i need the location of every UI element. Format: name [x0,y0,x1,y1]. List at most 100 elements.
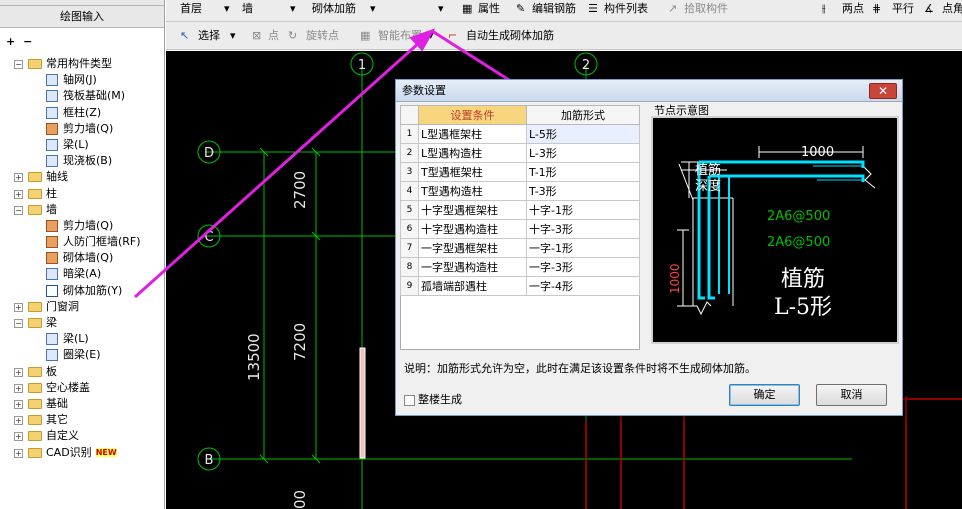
name-dropdown-icon[interactable]: ▾ [438,0,444,22]
select-button[interactable]: 选择 [198,27,220,47]
two-point-button[interactable]: 两点 [842,0,864,22]
smart-layout-button[interactable]: 智能布置 [378,27,422,47]
expand-all-icon[interactable]: + [6,35,15,48]
condition-cell[interactable]: T型遇构造柱 [418,181,527,201]
tree-node[interactable]: + 柱 [0,186,165,202]
tree-node[interactable]: 砌体墙(Q) [0,250,165,266]
wall-icon [46,219,58,232]
tree-node[interactable]: − 梁 [0,315,165,331]
expand-icon[interactable]: + [14,173,23,183]
tree-node[interactable]: + 空心楼盖 [0,380,165,396]
expand-icon[interactable]: + [14,367,23,377]
condition-cell[interactable]: 十字型遇框架柱 [418,200,527,220]
expand-icon[interactable]: + [14,189,23,199]
tree-node[interactable]: 圈梁(E) [0,347,165,363]
form-cell[interactable]: T-3形 [526,181,640,201]
checkbox-box-icon[interactable] [404,394,415,406]
tree-node[interactable]: 剪力墙(Q) [0,218,165,234]
expand-icon[interactable]: + [14,383,23,393]
tree-node[interactable]: 轴网(J) [0,72,165,88]
collapse-icon[interactable]: − [14,60,23,69]
select-dropdown-icon[interactable]: ▾ [230,27,236,47]
parallel-button[interactable]: 平行 [892,0,914,22]
point-button[interactable]: 点 [268,27,279,47]
whole-building-checkbox[interactable]: 整楼生成 [404,391,462,407]
floor-dropdown-icon[interactable]: ▾ [224,0,230,22]
form-cell[interactable]: T-1形 [526,162,640,182]
table-row[interactable]: 2 L型遇构造柱 L-3形 [400,143,640,163]
point-angle-button[interactable]: 点角 [942,0,962,22]
tree-node[interactable]: 框柱(Z) [0,105,165,121]
smart-layout-dropdown-icon[interactable]: ▾ [428,27,434,47]
table-row[interactable]: 6 十字型遇构造柱 十字-3形 [400,219,640,239]
tree-node[interactable]: 砌体加筋(Y) [0,283,165,299]
expand-icon[interactable]: + [14,448,23,458]
table-row[interactable]: 3 T型遇框架柱 T-1形 [400,162,640,182]
auto-generate-button[interactable]: 自动生成砌体加筋 [466,27,554,47]
node-diagram-drawing: 1000 植筋 深度 2A6@500 2A6@500 1000 植筋 L-5形 [668,145,876,320]
component-dropdown-icon[interactable]: ▾ [370,0,376,22]
table-row[interactable]: 8 一字型遇构造柱 一字-3形 [400,257,640,277]
tree-node[interactable]: 筏板基础(M) [0,88,165,104]
condition-cell[interactable]: 十字型遇构造柱 [418,219,527,239]
collapse-icon[interactable]: − [14,319,23,328]
cancel-button[interactable]: 取消 [816,384,887,406]
table-row[interactable]: 4 T型遇构造柱 T-3形 [400,181,640,201]
component-icon [46,74,58,87]
collapse-all-icon[interactable]: − [23,35,32,48]
form-cell[interactable]: 一字-3形 [526,257,640,277]
category-dropdown-icon[interactable]: ▾ [290,0,296,22]
ok-button[interactable]: 确定 [729,384,800,406]
form-cell[interactable]: 一字-4形 [526,276,640,296]
collapse-icon[interactable]: − [14,205,23,215]
pick-component-button[interactable]: 拾取构件 [684,0,728,22]
form-column-header[interactable]: 加筋形式 [526,105,640,125]
tree-node[interactable]: 剪力墙(Q) [0,121,165,137]
condition-cell[interactable]: L型遇构造柱 [418,143,527,163]
floor-select[interactable]: 首层 [180,0,202,22]
form-cell[interactable]: 一字-1形 [526,238,640,258]
dialog-title[interactable]: 参数设置 [396,80,902,102]
form-cell[interactable]: 十字-1形 [526,200,640,220]
table-row[interactable]: 9 孤墙端部遇柱 一字-4形 [400,276,640,296]
tree-node[interactable]: + CAD识别 NEW [0,445,165,461]
sidebar-header[interactable]: 绘图输入 [0,6,164,28]
tree-node[interactable]: + 板 [0,364,165,380]
component-select[interactable]: 砌体加筋 [312,0,356,22]
form-cell[interactable]: 十字-3形 [526,219,640,239]
tree-node[interactable]: − 墙 [0,202,165,218]
close-icon[interactable]: ✕ [869,83,897,99]
tree-node[interactable]: 暗梁(A) [0,266,165,282]
form-cell[interactable]: L-5形 [526,124,640,144]
condition-cell[interactable]: 孤墙端部遇柱 [418,276,527,296]
expand-icon[interactable]: + [14,432,23,442]
expand-icon[interactable]: + [14,416,23,426]
edit-rebar-button[interactable]: 编辑钢筋 [532,0,576,22]
component-list-button[interactable]: 构件列表 [604,0,648,22]
tree-node[interactable]: 梁(L) [0,137,165,153]
condition-cell[interactable]: L型遇框架柱 [418,124,527,144]
table-row[interactable]: 1 L型遇框架柱 L-5形 [400,124,640,144]
tree-node[interactable]: 梁(L) [0,331,165,347]
expand-icon[interactable]: + [14,302,23,312]
condition-column-header[interactable]: 设置条件 [418,105,527,125]
table-row[interactable]: 5 十字型遇框架柱 十字-1形 [400,200,640,220]
tree-node[interactable]: − 常用构件类型 [0,56,165,72]
properties-button[interactable]: 属性 [478,0,500,22]
expand-icon[interactable]: + [14,399,23,409]
tree-node[interactable]: + 轴线 [0,169,165,185]
tree-node[interactable]: + 基础 [0,396,165,412]
tree-node[interactable]: 人防门框墙(RF) [0,234,165,250]
form-cell[interactable]: L-3形 [526,143,640,163]
condition-cell[interactable]: T型遇框架柱 [418,162,527,182]
rotate-point-button[interactable]: 旋转点 [306,27,339,47]
condition-cell[interactable]: 一字型遇构造柱 [418,257,527,277]
tree-node[interactable]: + 门窗洞 [0,299,165,315]
tree-node[interactable]: + 其它 [0,412,165,428]
tree-node[interactable]: 现浇板(B) [0,153,165,169]
condition-cell[interactable]: 一字型遇框架柱 [418,238,527,258]
tree-node[interactable]: + 自定义 [0,428,165,444]
category-select[interactable]: 墙 [242,0,253,22]
node-rebar-1: 2A6@500 [767,209,830,224]
table-row[interactable]: 7 一字型遇框架柱 一字-1形 [400,238,640,258]
